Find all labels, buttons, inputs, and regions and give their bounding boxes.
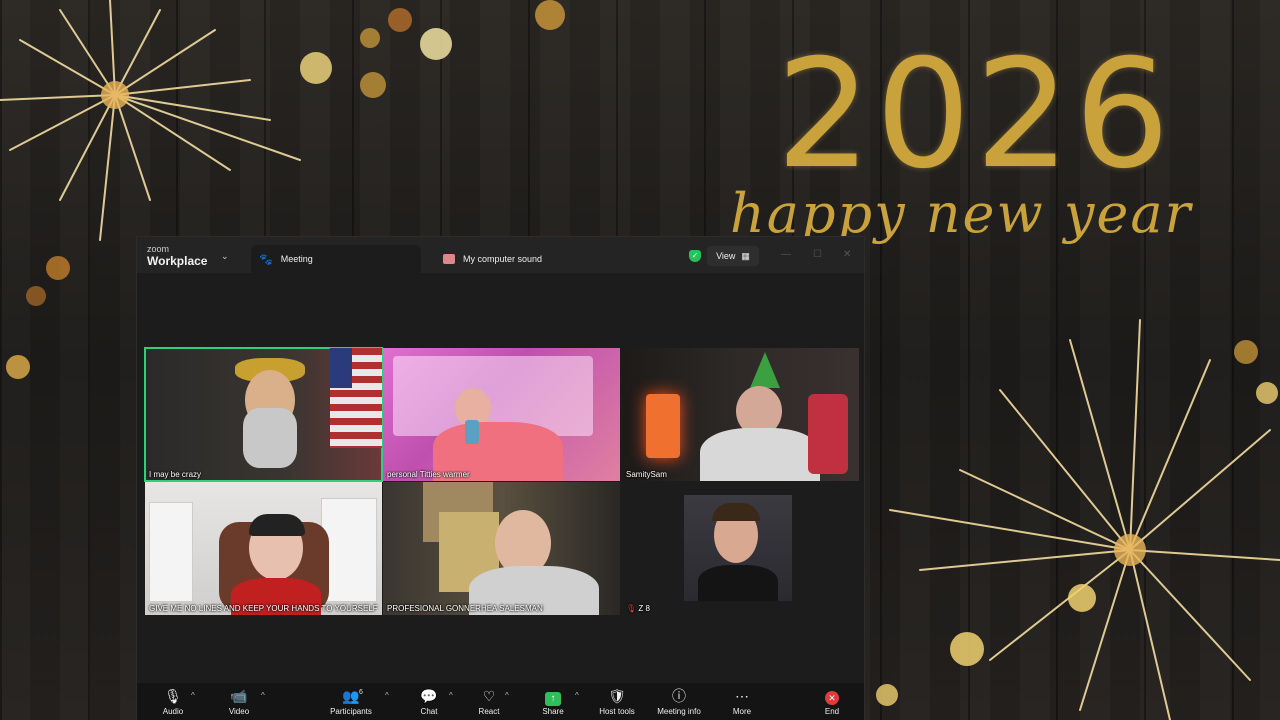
react-options-caret-icon[interactable]: ^ (505, 691, 509, 700)
react-button[interactable]: ♡ React (459, 687, 519, 716)
host-tools-button[interactable]: 🛡 Host tools (587, 687, 647, 716)
tab-computer-sound-label: My computer sound (463, 254, 543, 264)
minimize-icon[interactable]: — (781, 249, 791, 260)
hair (712, 503, 760, 521)
bokeh-light (420, 28, 452, 60)
bokeh-light (300, 52, 332, 84)
end-call-icon: ✕ (825, 691, 839, 705)
bokeh-light (1234, 340, 1258, 364)
participant-beard (243, 408, 297, 468)
cap (249, 514, 305, 536)
participant-name: personal Titties warmer (387, 470, 470, 479)
participants-count: 6 (359, 689, 363, 696)
share-options-caret-icon[interactable]: ^ (575, 691, 579, 700)
bokeh-light (6, 355, 30, 379)
shield-icon: 🛡 (608, 688, 626, 704)
firework-bottom-right (889, 319, 1280, 720)
bokeh-light (950, 632, 984, 666)
video-button[interactable]: 📹 Video (209, 687, 269, 716)
participants-icon: 👥 (342, 688, 360, 704)
mic-muted-icon: 🎙 (626, 604, 637, 613)
participants-button[interactable]: 👥 6 Participants (321, 687, 381, 716)
door (321, 498, 377, 602)
bokeh-light (535, 0, 565, 30)
bokeh-light (360, 72, 386, 98)
camera-icon: 📹 (230, 688, 248, 704)
video-tile[interactable]: I may be crazy (144, 347, 383, 482)
participant-name: I may be crazy (149, 470, 202, 479)
view-button[interactable]: View ▦ (707, 246, 759, 266)
heart-icon: ♡ (482, 688, 496, 704)
phone (465, 420, 479, 444)
tab-computer-sound[interactable]: My computer sound (435, 245, 595, 273)
participant-name: GIVE ME NO LINES AND KEEP YOUR HANDS TO … (149, 604, 378, 613)
tumbler (808, 394, 848, 474)
chat-options-caret-icon[interactable]: ^ (449, 691, 453, 700)
participant-video (684, 495, 792, 601)
video-tile[interactable]: PROFESIONAL GONNERHEA SALESMAN (383, 482, 620, 615)
flag-canton (330, 348, 352, 388)
shield-icon[interactable]: ✓ (689, 250, 701, 262)
paw-icon: 🐾 (259, 253, 273, 266)
video-tile[interactable]: personal Titties warmer (383, 348, 620, 481)
tab-meeting-label: Meeting (280, 254, 313, 264)
wallpaper-year: 2026 (776, 28, 1174, 202)
bokeh-light (388, 8, 412, 32)
participant-name: 🎙 Z 8 (626, 604, 650, 613)
tab-meeting[interactable]: 🐾 Meeting (251, 245, 421, 273)
bokeh-light (1068, 584, 1096, 612)
video-tile[interactable]: 🎙 Z 8 (622, 482, 859, 615)
zoom-logo[interactable]: zoom Workplace (147, 245, 207, 269)
end-button[interactable]: ✕ End (802, 687, 862, 716)
info-icon: ⓘ (672, 688, 686, 704)
bokeh-light (1256, 382, 1278, 404)
close-icon[interactable]: ✕ (843, 249, 851, 260)
firework-top-left (0, 0, 301, 241)
video-options-caret-icon[interactable]: ^ (261, 691, 265, 700)
share-arrow-icon: ↑ (545, 692, 561, 706)
door (149, 502, 193, 602)
audio-options-caret-icon[interactable]: ^ (191, 691, 195, 700)
video-tile[interactable]: GIVE ME NO LINES AND KEEP YOUR HANDS TO … (145, 482, 382, 615)
lamp (646, 394, 680, 458)
more-button[interactable]: ⋯ More (712, 687, 772, 716)
more-dots-icon: ⋯ (735, 688, 749, 704)
bokeh-light (46, 256, 70, 280)
maximize-icon[interactable]: ☐ (813, 249, 822, 260)
bokeh-light (360, 28, 380, 48)
meeting-info-button[interactable]: ⓘ Meeting info (649, 687, 709, 716)
participant-name: SamitySam (626, 470, 667, 479)
video-tile[interactable]: SamitySam (622, 348, 859, 481)
participant-body (700, 428, 820, 481)
party-hat (750, 352, 780, 388)
grid-icon: ▦ (741, 250, 750, 261)
participants-options-caret-icon[interactable]: ^ (385, 691, 389, 700)
title-bar: zoom Workplace ⌄ 🐾 Meeting My computer s… (137, 237, 864, 273)
chevron-down-icon[interactable]: ⌄ (221, 251, 229, 262)
bokeh-light (876, 684, 898, 706)
participant-body (698, 565, 778, 601)
share-button[interactable]: ↑ Share (523, 687, 583, 716)
view-label: View (716, 251, 736, 261)
zoom-window: zoom Workplace ⌄ 🐾 Meeting My computer s… (136, 236, 865, 720)
speaker-icon (443, 254, 455, 264)
bokeh-light (26, 286, 46, 306)
meeting-toolbar: 🎙 Audio ^ 📹 Video ^ 👥 6 Participants ^ 💬… (137, 683, 864, 720)
participant-name: PROFESIONAL GONNERHEA SALESMAN (387, 604, 543, 613)
